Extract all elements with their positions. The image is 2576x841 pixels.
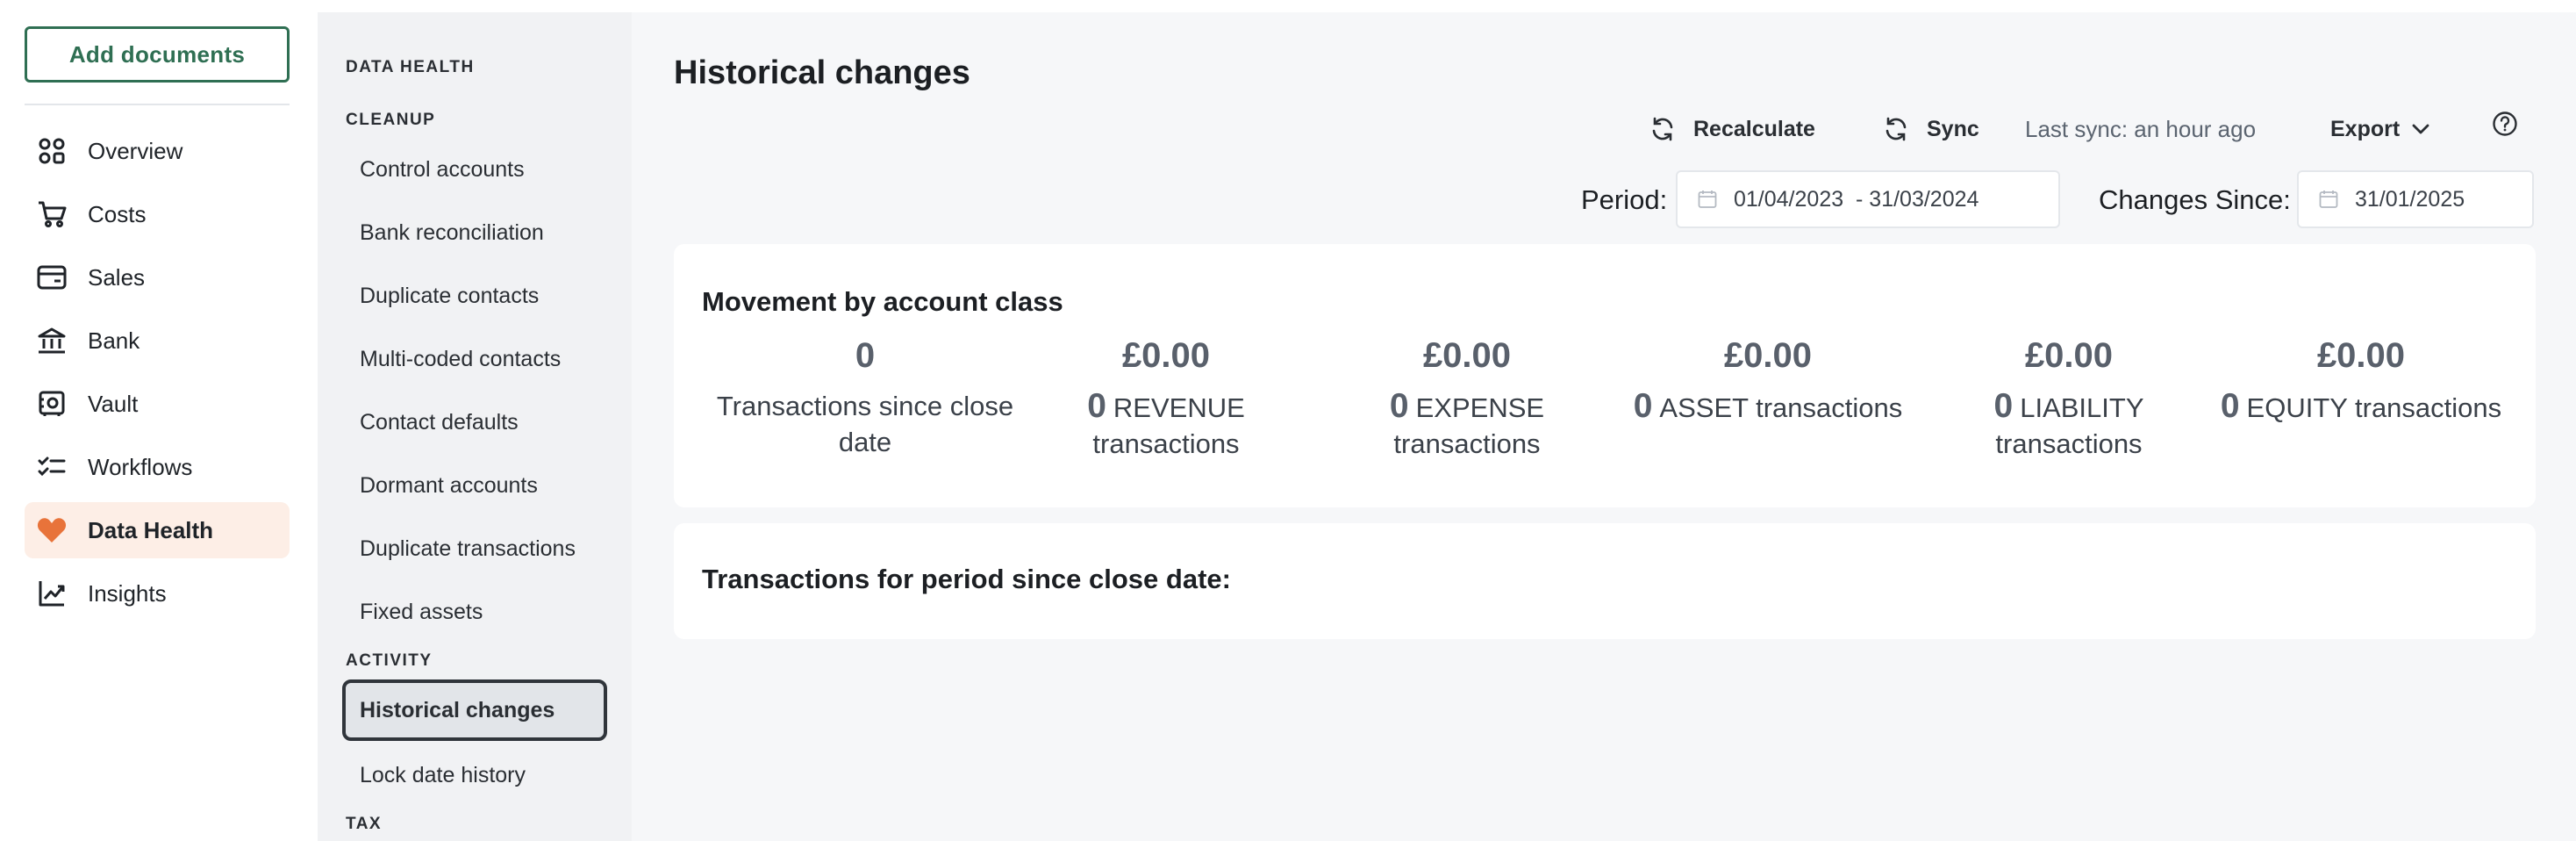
recalculate-label: Recalculate (1693, 116, 1815, 141)
sync-icon (1883, 116, 1909, 142)
period-label: Period: (1581, 184, 1668, 215)
stat-count: 0 (1633, 387, 1653, 425)
stat-desc-text: REVENUE transactions (1092, 392, 1245, 459)
subnav-heading: DATA HEALTH (346, 58, 475, 76)
stat-count: 0 (1087, 387, 1106, 425)
cart-icon (37, 199, 67, 229)
nav-item-label: Workflows (88, 453, 193, 480)
left-navigation: Add documents Overview Costs Sales Bank (0, 0, 318, 841)
stat-count: 0 (2220, 387, 2240, 425)
stat-description: Transactions since close date (716, 388, 1014, 460)
stat-description: 0 REVENUE transactions (1017, 388, 1315, 462)
main-content: Historical changes Recalculate Sync Last… (632, 12, 2576, 841)
stat-value: £0.00 (1422, 336, 1512, 375)
movement-by-account-class-card: Movement by account class 0 Transactions… (674, 244, 2536, 507)
nav-item-sales[interactable]: Sales (25, 249, 290, 305)
nav-item-bank[interactable]: Bank (25, 313, 290, 369)
refresh-icon (1649, 116, 1676, 142)
nav-item-workflows[interactable]: Workflows (25, 439, 290, 495)
subnav-item-duplicate-contacts[interactable]: Duplicate contacts (342, 265, 607, 327)
overview-icon (37, 136, 67, 166)
nav-item-vault[interactable]: Vault (25, 376, 290, 432)
help-icon[interactable] (2490, 109, 2520, 139)
last-sync-text: Last sync: an hour ago (2025, 115, 2257, 142)
changes-since-value: 31/01/2025 (2355, 186, 2465, 212)
transactions-card-title: Transactions for period since close date… (702, 564, 1231, 594)
export-label: Export (2330, 116, 2401, 141)
stat-description: 0 EQUITY transactions (2203, 388, 2519, 426)
stat-value: £0.00 (1723, 336, 1813, 375)
nav-item-insights[interactable]: Insights (25, 565, 290, 622)
sync-button[interactable]: Sync (1883, 111, 1979, 147)
vault-icon (37, 389, 67, 419)
nav-item-label: Sales (88, 263, 146, 291)
checklist-icon (37, 452, 67, 482)
nav-item-costs[interactable]: Costs (25, 186, 290, 242)
nav-item-label: Overview (88, 137, 183, 164)
period-value: 01/04/2023 - 31/03/2024 (1734, 186, 1979, 212)
page-title: Historical changes (674, 54, 970, 91)
subnav-item-fixed-assets[interactable]: Fixed assets (342, 581, 607, 643)
stat-asset: £0.00 0 ASSET transactions (1619, 332, 1917, 426)
stat-transactions-since-close: 0 Transactions since close date (716, 332, 1014, 460)
subnav-item-lock-date-history[interactable]: Lock date history (342, 744, 607, 806)
cleanup-heading: CLEANUP (346, 111, 436, 129)
stat-value: £0.00 (1121, 336, 1211, 375)
stat-desc-text: LIABILITY transactions (1995, 392, 2144, 459)
bank-icon (37, 326, 67, 356)
stat-description: 0 LIABILITY transactions (1920, 388, 2218, 462)
stat-value: 0 (855, 336, 876, 375)
subnav-item-bank-reconciliation[interactable]: Bank reconciliation (342, 202, 607, 263)
movement-card-title: Movement by account class (702, 286, 1063, 317)
stat-count: 0 (1993, 387, 2014, 425)
stat-description: 0 ASSET transactions (1619, 388, 1917, 426)
nav-item-label: Costs (88, 200, 147, 227)
heart-icon (37, 515, 67, 545)
stat-desc-text: EQUITY transactions (2246, 392, 2502, 423)
recalculate-button[interactable]: Recalculate (1649, 111, 1815, 147)
chart-icon (37, 579, 67, 608)
data-health-subnav: DATA HEALTH CLEANUP Control accounts Ban… (318, 12, 632, 841)
nav-item-overview[interactable]: Overview (25, 123, 290, 179)
calendar-icon (1697, 189, 1718, 210)
stat-desc-text: Transactions since close date (716, 391, 1014, 457)
add-documents-button[interactable]: Add documents (25, 26, 290, 83)
stat-liability: £0.00 0 LIABILITY transactions (1920, 332, 2218, 462)
subnav-item-dormant-accounts[interactable]: Dormant accounts (342, 455, 607, 516)
nav-item-label: Data Health (88, 516, 214, 543)
sync-label: Sync (1927, 116, 1979, 141)
changes-since-date-input[interactable]: 31/01/2025 (2297, 170, 2534, 228)
stat-count: 0 (1389, 387, 1409, 425)
subnav-item-contact-defaults[interactable]: Contact defaults (342, 392, 607, 453)
stat-expense: £0.00 0 EXPENSE transactions (1318, 332, 1616, 462)
stat-equity: £0.00 0 EQUITY transactions (2203, 332, 2519, 426)
chevron-down-icon (2412, 120, 2429, 138)
subnav-item-control-accounts[interactable]: Control accounts (342, 139, 607, 200)
transactions-since-close-card: Transactions for period since close date… (674, 523, 2536, 639)
nav-divider (25, 104, 290, 105)
nav-item-label: Bank (88, 327, 140, 354)
stat-desc-text: ASSET transactions (1659, 392, 1903, 423)
changes-since-label: Changes Since: (2099, 184, 2291, 215)
export-dropdown[interactable]: Export (2330, 111, 2429, 147)
activity-heading: ACTIVITY (346, 651, 433, 670)
stat-desc-text: EXPENSE transactions (1393, 392, 1545, 459)
nav-item-data-health[interactable]: Data Health (25, 502, 290, 558)
subnav-item-historical-changes[interactable]: Historical changes (342, 679, 607, 741)
subnav-item-duplicate-transactions[interactable]: Duplicate transactions (342, 518, 607, 579)
stat-revenue: £0.00 0 REVENUE transactions (1017, 332, 1315, 462)
nav-item-label: Vault (88, 390, 139, 417)
nav-item-label: Insights (88, 579, 167, 607)
tax-heading: TAX (346, 815, 383, 833)
subnav-item-multi-coded-contacts[interactable]: Multi-coded contacts (342, 328, 607, 390)
calendar-icon (2318, 189, 2339, 210)
card-icon (37, 262, 67, 292)
stat-value: £0.00 (2316, 336, 2406, 375)
stat-description: 0 EXPENSE transactions (1318, 388, 1616, 462)
nav-list: Overview Costs Sales Bank Vault Workflow… (25, 123, 290, 629)
period-date-range-input[interactable]: 01/04/2023 - 31/03/2024 (1676, 170, 2060, 228)
stat-value: £0.00 (2024, 336, 2114, 375)
